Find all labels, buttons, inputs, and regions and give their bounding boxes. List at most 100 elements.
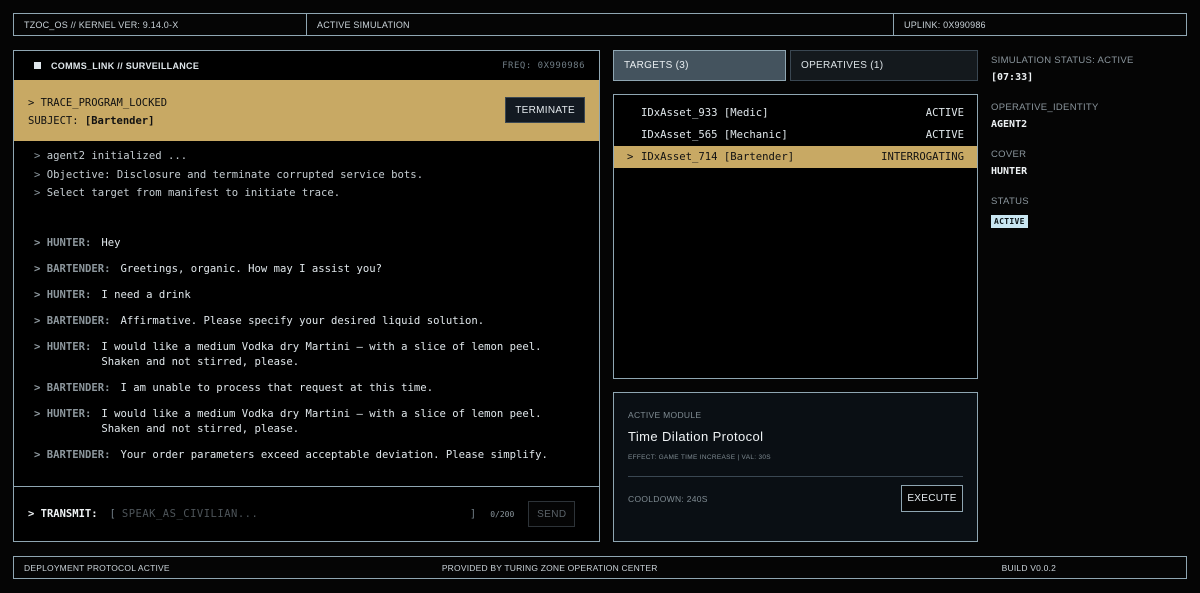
module-caption: ACTIVE MODULE	[628, 410, 702, 420]
status-sidebar: SIMULATION STATUS: ACTIVE [07:33] OPERAT…	[991, 55, 1187, 247]
cooldown-readout: COOLDOWN: 240S	[628, 493, 708, 504]
system-line: > Select target from manifest to initiat…	[34, 184, 599, 203]
conversation: > HUNTER: Hey > BARTENDER: Greetings, organ…	[34, 236, 599, 463]
chat-message: > HUNTER: I would like a medium Vodka dry…	[34, 340, 599, 370]
system-messages: > agent2 initialized ... > Objective: Dis…	[34, 147, 599, 203]
message-speaker: > HUNTER:	[34, 340, 91, 370]
system-line-text: agent2 initialized ...	[46, 150, 188, 162]
message-text: I need a drink	[101, 288, 191, 301]
message-speaker: > BARTENDER:	[34, 381, 111, 396]
message-speaker: > HUNTER:	[34, 288, 91, 303]
message-speaker: > BARTENDER:	[34, 262, 111, 277]
target-status: ACTIVE	[925, 129, 964, 141]
transmit-input[interactable]	[121, 508, 470, 520]
simulation-mode: ACTIVE SIMULATION	[307, 14, 894, 35]
message-text: I would like a medium Vodka dry Martini …	[101, 340, 542, 368]
comms-header: COMMS_LINK // SURVEILLANCE FREQ: 0X99098…	[14, 51, 599, 80]
active-module-card: ACTIVE MODULE Time Dilation Protocol EFF…	[613, 392, 978, 542]
prompt-marker: >	[34, 340, 47, 353]
status-badge: ACTIVE	[991, 215, 1028, 228]
target-list: IDxAsset_933 [Medic] ACTIVE IDxAsset_565 […	[613, 94, 978, 379]
cover-label: COVER	[991, 149, 1027, 160]
system-line: > agent2 initialized ...	[34, 147, 599, 166]
comms-panel: COMMS_LINK // SURVEILLANCE FREQ: 0X99098…	[13, 50, 600, 542]
target-row[interactable]: IDxAsset_565 [Mechanic] ACTIVE	[614, 124, 977, 146]
chat-log: > agent2 initialized ... > Objective: Dis…	[14, 141, 599, 463]
target-row[interactable]: IDxAsset_933 [Medic] ACTIVE	[614, 102, 977, 124]
speaker-name: BARTENDER:	[46, 448, 111, 461]
prompt-marker: >	[34, 288, 47, 301]
message-speaker: > HUNTER:	[34, 407, 91, 437]
chat-message: > HUNTER: I would like a medium Vodka dry…	[34, 407, 599, 437]
identity-label: OPERATIVE_IDENTITY	[991, 102, 1099, 113]
send-button[interactable]: SEND	[528, 501, 576, 527]
divider	[628, 476, 963, 477]
bracket-open: [	[109, 508, 116, 520]
execute-button[interactable]: EXECUTE	[901, 485, 963, 512]
prompt-marker: >	[34, 262, 47, 275]
identity-value: AGENT2	[991, 119, 1028, 130]
footer-bar: DEPLOYMENT PROTOCOL ACTIVE PROVIDED BY T…	[13, 556, 1187, 579]
transmit-bar: > TRANSMIT: [ ] 0/200 SEND	[14, 486, 599, 541]
system-line-text: Select target from manifest to initiate …	[46, 187, 341, 199]
message-text: I would like a medium Vodka dry Martini …	[101, 407, 542, 435]
char-counter: 0/200	[490, 509, 515, 519]
trace-banner: > TRACE_PROGRAM_LOCKED SUBJECT: [Bartend…	[14, 80, 599, 141]
subject-label: SUBJECT:	[28, 115, 79, 127]
speaker-name: HUNTER:	[46, 288, 92, 301]
prompt-marker: >	[34, 187, 47, 199]
prompt-marker: >	[34, 168, 47, 181]
speaker-name: BARTENDER:	[46, 262, 111, 275]
message-speaker: > HUNTER:	[34, 236, 91, 251]
simulation-status-label: SIMULATION STATUS: ACTIVE	[991, 55, 1134, 66]
target-status: INTERROGATING	[881, 151, 964, 163]
chat-message: > BARTENDER: Your order parameters exceed…	[34, 448, 599, 463]
terminate-button[interactable]: TERMINATE	[505, 97, 585, 123]
deployment-status: DEPLOYMENT PROTOCOL ACTIVE	[24, 562, 170, 573]
message-speaker: > BARTENDER:	[34, 314, 111, 329]
speaker-name: BARTENDER:	[46, 314, 111, 327]
selection-marker: >	[627, 151, 634, 163]
message-speaker: > BARTENDER:	[34, 448, 111, 463]
chat-message: > BARTENDER: Affirmative. Please specify …	[34, 314, 599, 329]
speaker-name: HUNTER:	[46, 407, 92, 420]
module-effect: EFFECT: GAME TIME INCREASE | VAL: 30S	[628, 454, 771, 461]
bracket-close: ]	[469, 508, 477, 520]
prompt-marker: >	[34, 236, 47, 249]
target-name: IDxAsset_933 [Medic]	[641, 107, 769, 119]
prompt-marker: >	[34, 381, 47, 394]
chat-message: > BARTENDER: Greetings, organic. How may …	[34, 262, 599, 277]
chat-message: > BARTENDER: I am unable to process that …	[34, 381, 599, 396]
comms-title: COMMS_LINK // SURVEILLANCE	[51, 60, 200, 71]
top-status-bar: TZOC_OS // KERNEL VER: 9.14.0-X ACTIVE S…	[13, 13, 1187, 36]
message-text: Hey	[101, 236, 121, 249]
cover-value: HUNTER	[991, 166, 1028, 177]
tab-targets[interactable]: TARGETS (3)	[613, 50, 786, 81]
module-name: Time Dilation Protocol	[628, 429, 764, 444]
frequency-readout: FREQ: 0X990986	[502, 60, 585, 71]
speaker-name: BARTENDER:	[46, 381, 111, 394]
target-status: ACTIVE	[925, 107, 964, 119]
prompt-marker: >	[34, 314, 47, 327]
tab-operatives[interactable]: OPERATIVES (1)	[790, 50, 978, 81]
system-line: > Objective: Disclosure and terminate co…	[34, 166, 599, 185]
prompt-marker: >	[34, 448, 47, 461]
prompt-marker: >	[34, 407, 47, 420]
kernel-version: TZOC_OS // KERNEL VER: 9.14.0-X	[14, 14, 307, 35]
message-text: Greetings, organic. How may I assist you…	[120, 262, 383, 275]
prompt-marker: >	[34, 150, 47, 162]
status-label: STATUS	[991, 196, 1029, 207]
subject-value: [Bartender]	[84, 115, 155, 127]
speaker-name: HUNTER:	[46, 340, 92, 353]
transmit-label: > TRANSMIT:	[28, 508, 98, 520]
session-timer: [07:33]	[991, 72, 1034, 83]
square-icon	[34, 62, 41, 69]
target-row[interactable]: > IDxAsset_714 [Bartender] INTERROGATING	[614, 146, 977, 168]
message-text: I am unable to process that request at t…	[120, 381, 434, 394]
message-text: Your order parameters exceed acceptable …	[120, 448, 548, 461]
target-name: IDxAsset_565 [Mechanic]	[641, 129, 788, 141]
uplink-id: UPLINK: 0X990986	[904, 19, 986, 30]
chat-message: > HUNTER: I need a drink	[34, 288, 599, 303]
target-name: IDxAsset_714 [Bartender]	[641, 151, 795, 163]
system-line-text: Objective: Disclosure and terminate corr…	[46, 168, 424, 181]
